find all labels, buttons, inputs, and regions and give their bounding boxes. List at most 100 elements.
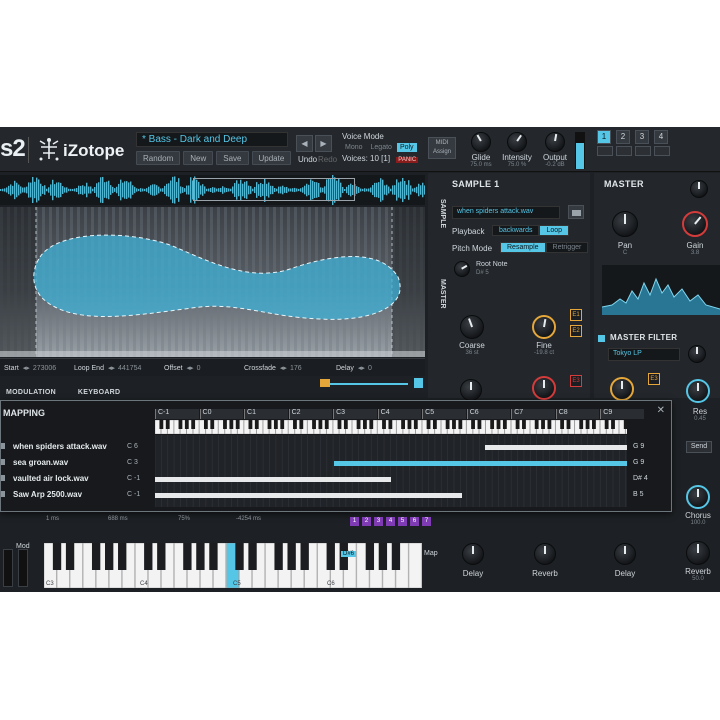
random-button[interactable]: Random: [136, 151, 181, 165]
mapping-black-key[interactable]: [343, 420, 348, 429]
black-key[interactable]: [183, 543, 192, 570]
row-select-handle[interactable]: [1, 443, 5, 449]
reverb-knob[interactable]: [686, 541, 710, 565]
close-icon[interactable]: ✕: [657, 405, 665, 416]
black-key[interactable]: [91, 543, 101, 570]
mapping-black-key[interactable]: [541, 420, 545, 429]
playback-backwards[interactable]: backwards: [492, 225, 540, 236]
badge-e2[interactable]: E2: [570, 325, 582, 337]
slot-1-button[interactable]: 1: [597, 130, 611, 144]
black-key[interactable]: [118, 543, 127, 570]
badge-e3[interactable]: E3: [570, 375, 582, 387]
mapping-keyboard-keys[interactable]: [155, 420, 627, 434]
param-start[interactable]: Start ◂▸ 273006: [0, 364, 70, 372]
slot-3-knob[interactable]: [635, 146, 651, 156]
tab-modulation[interactable]: MODULATION: [0, 389, 62, 399]
black-key[interactable]: [65, 543, 75, 570]
mapping-black-key[interactable]: [522, 420, 526, 429]
mapping-black-key[interactable]: [496, 420, 501, 429]
macro-pad[interactable]: 7: [422, 517, 431, 526]
next-preset-button[interactable]: ▶: [315, 135, 332, 152]
filter-cutoff-knob[interactable]: [688, 345, 706, 363]
mapping-black-key[interactable]: [388, 420, 393, 429]
mapping-black-key[interactable]: [267, 420, 272, 429]
voices-value[interactable]: 10 [1]: [370, 154, 390, 163]
panic-button[interactable]: PANIC: [396, 157, 419, 163]
param-offset[interactable]: Offset ◂▸ 0: [160, 364, 240, 372]
mapping-black-key[interactable]: [566, 420, 571, 429]
mapping-black-key[interactable]: [401, 420, 405, 429]
save-button[interactable]: Save: [216, 151, 249, 165]
sample-file-select[interactable]: when spiders attack.wav: [452, 206, 560, 219]
slot-4-button[interactable]: 4: [654, 130, 668, 144]
gain-knob[interactable]: [682, 211, 708, 237]
filter-type-select[interactable]: Tokyo LP: [608, 348, 680, 361]
black-key[interactable]: [235, 543, 244, 570]
slot-1-knob[interactable]: [597, 146, 613, 156]
macro-pad[interactable]: 5: [398, 517, 407, 526]
mapping-sample-name[interactable]: when spiders attack.wav: [13, 442, 107, 451]
mapping-black-key[interactable]: [407, 420, 412, 429]
mapping-black-key[interactable]: [318, 420, 323, 429]
mapping-black-key[interactable]: [178, 420, 183, 429]
playback-loop[interactable]: Loop: [539, 225, 570, 236]
send-button[interactable]: Send: [686, 441, 712, 453]
param-delay[interactable]: Delay ◂▸ 0: [332, 364, 412, 372]
mapping-black-key[interactable]: [471, 420, 475, 429]
black-key[interactable]: [287, 543, 296, 570]
black-key[interactable]: [196, 543, 205, 570]
sample-knob-lower-right[interactable]: [532, 376, 556, 400]
black-key[interactable]: [274, 543, 283, 570]
black-key[interactable]: [52, 543, 62, 570]
black-key[interactable]: [248, 543, 257, 570]
voice-mode-mono[interactable]: Mono: [342, 143, 366, 152]
volume-end-handle[interactable]: [414, 378, 423, 388]
mapping-black-key[interactable]: [585, 420, 590, 429]
redo-button[interactable]: Redo: [318, 155, 337, 164]
master-badge-e3[interactable]: E3: [648, 373, 660, 385]
mapping-black-key[interactable]: [604, 420, 609, 429]
mapping-black-key[interactable]: [165, 420, 170, 429]
mapping-black-key[interactable]: [611, 420, 615, 429]
fine-knob[interactable]: [532, 315, 556, 339]
bottom-delay-knob-1[interactable]: [462, 543, 484, 565]
mapping-keyboard[interactable]: [155, 420, 627, 434]
side-tab-master[interactable]: MASTER: [432, 269, 446, 319]
root-note-knob[interactable]: [454, 261, 470, 277]
mapping-range-bar[interactable]: [155, 477, 391, 482]
chorus-knob[interactable]: [686, 485, 710, 509]
row-select-handle[interactable]: [1, 459, 5, 465]
black-key[interactable]: [300, 543, 309, 570]
macro-pad[interactable]: 4: [386, 517, 395, 526]
folder-icon[interactable]: [568, 205, 584, 219]
mod-wheel[interactable]: [18, 549, 28, 587]
tab-keyboard[interactable]: KEYBOARD: [72, 389, 126, 399]
overview-view-window[interactable]: [193, 178, 355, 201]
mapping-black-key[interactable]: [515, 420, 520, 429]
mapping-black-key[interactable]: [592, 420, 596, 429]
preset-name-field[interactable]: * Bass - Dark and Deep: [136, 132, 288, 147]
sample-knob-lower-left[interactable]: [460, 379, 482, 401]
mapping-black-key[interactable]: [369, 420, 374, 429]
mapping-black-key[interactable]: [534, 420, 539, 429]
mapping-black-key[interactable]: [324, 420, 329, 429]
coarse-knob[interactable]: [460, 315, 484, 339]
previous-preset-button[interactable]: ◀: [296, 135, 313, 152]
master-filter-enable[interactable]: [598, 335, 605, 342]
mapping-black-key[interactable]: [299, 420, 304, 429]
macro-pad[interactable]: 2: [362, 517, 371, 526]
black-key[interactable]: [157, 543, 166, 570]
mapping-black-key[interactable]: [579, 420, 584, 429]
black-key[interactable]: [378, 543, 388, 570]
mapping-black-key[interactable]: [203, 420, 208, 429]
voice-mode-poly[interactable]: Poly: [396, 143, 417, 152]
mapping-black-key[interactable]: [293, 420, 297, 429]
update-button[interactable]: Update: [251, 151, 292, 165]
mapping-black-key[interactable]: [356, 420, 361, 429]
mapping-black-key[interactable]: [432, 420, 437, 429]
bottom-delay-knob-2[interactable]: [614, 543, 636, 565]
mapping-black-key[interactable]: [191, 420, 196, 429]
mapping-black-key[interactable]: [477, 420, 482, 429]
slot-2-knob[interactable]: [616, 146, 632, 156]
black-key[interactable]: [391, 543, 401, 570]
